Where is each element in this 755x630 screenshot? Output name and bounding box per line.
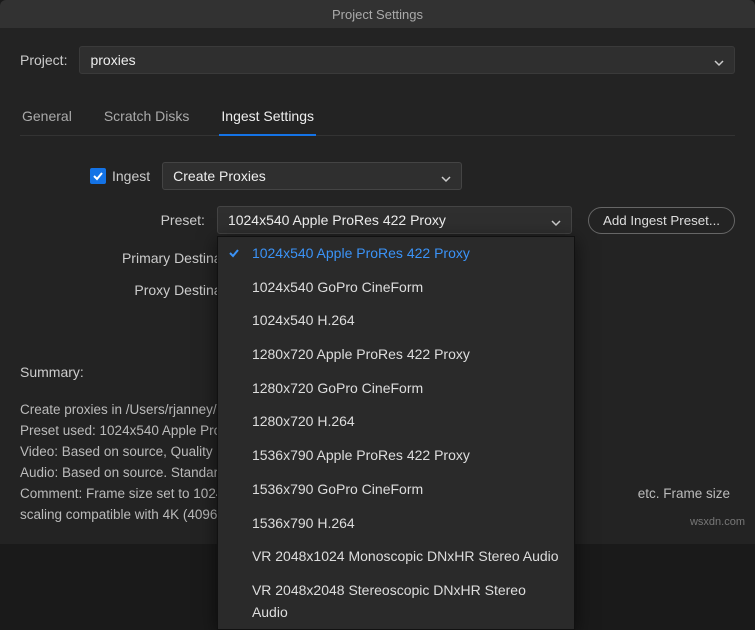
preset-option-label: VR 2048x2048 Stereoscopic DNxHR Stereo A… bbox=[252, 582, 526, 620]
preset-value: 1024x540 Apple ProRes 422 Proxy bbox=[228, 212, 446, 228]
project-label: Project: bbox=[20, 52, 67, 68]
ingest-label: Ingest bbox=[112, 168, 150, 184]
preset-option-label: VR 2048x1024 Monoscopic DNxHR Stereo Aud… bbox=[252, 548, 559, 564]
preset-option-label: 1536x790 H.264 bbox=[252, 515, 355, 531]
preset-dropdown[interactable]: 1024x540 Apple ProRes 422 Proxy bbox=[217, 206, 572, 234]
summary-line: Video: Based on source, Quality 100 bbox=[20, 444, 239, 459]
ingest-form: Ingest Create Proxies Preset: 1024x540 A… bbox=[20, 162, 735, 298]
project-dropdown[interactable]: proxies bbox=[79, 46, 735, 74]
chevron-down-icon bbox=[714, 55, 724, 65]
summary-line: Preset used: 1024x540 Apple ProRe bbox=[20, 423, 238, 438]
preset-option[interactable]: 1024x540 H.264 bbox=[218, 304, 574, 338]
preset-option-label: 1280x720 Apple ProRes 422 Proxy bbox=[252, 346, 470, 362]
summary-line: Comment: Frame size set to 1024x5 bbox=[20, 484, 238, 505]
ingest-mode-value: Create Proxies bbox=[173, 168, 266, 184]
window-title: Project Settings bbox=[332, 7, 423, 22]
tab-scratch-disks[interactable]: Scratch Disks bbox=[102, 102, 192, 135]
preset-option[interactable]: 1280x720 H.264 bbox=[218, 405, 574, 439]
preset-option-label: 1280x720 H.264 bbox=[252, 413, 355, 429]
watermark: wsxdn.com bbox=[690, 516, 745, 528]
preset-option-label: 1024x540 Apple ProRes 422 Proxy bbox=[252, 245, 470, 261]
preset-option-label: 1280x720 GoPro CineForm bbox=[252, 380, 423, 396]
preset-label: Preset: bbox=[90, 212, 217, 228]
tabs: General Scratch Disks Ingest Settings bbox=[20, 102, 735, 136]
summary-line: Create proxies in /Users/rjanney/Do bbox=[20, 402, 234, 417]
summary-line: scaling compatible with 4K (4096x2 bbox=[20, 507, 232, 522]
chevron-down-icon bbox=[441, 171, 451, 181]
preset-option[interactable]: 1536x790 Apple ProRes 422 Proxy bbox=[218, 439, 574, 473]
preset-option[interactable]: 1536x790 H.264 bbox=[218, 507, 574, 541]
summary-line: etc. Frame size bbox=[638, 484, 730, 505]
summary-line: Audio: Based on source. Standard: bbox=[20, 465, 229, 480]
preset-option[interactable]: 1280x720 Apple ProRes 422 Proxy bbox=[218, 338, 574, 372]
check-icon bbox=[92, 170, 104, 182]
content-area: Project: proxies General Scratch Disks I… bbox=[0, 28, 755, 544]
check-icon bbox=[228, 244, 240, 266]
preset-option-label: 1536x790 Apple ProRes 422 Proxy bbox=[252, 447, 470, 463]
preset-option[interactable]: VR 2048x2048 Stereoscopic DNxHR Stereo A… bbox=[218, 574, 574, 629]
project-value: proxies bbox=[90, 52, 135, 68]
preset-option-label: 1536x790 GoPro CineForm bbox=[252, 481, 423, 497]
preset-option[interactable]: 1024x540 GoPro CineForm bbox=[218, 271, 574, 305]
project-row: Project: proxies bbox=[20, 46, 735, 74]
tab-ingest-settings[interactable]: Ingest Settings bbox=[219, 102, 316, 136]
preset-option[interactable]: 1280x720 GoPro CineForm bbox=[218, 372, 574, 406]
chevron-down-icon bbox=[551, 215, 561, 225]
preset-dropdown-menu: 1024x540 Apple ProRes 422 Proxy 1024x540 … bbox=[217, 236, 575, 630]
preset-option[interactable]: 1024x540 Apple ProRes 422 Proxy bbox=[218, 237, 574, 271]
preset-option-label: 1024x540 H.264 bbox=[252, 312, 355, 328]
add-ingest-preset-button[interactable]: Add Ingest Preset... bbox=[588, 207, 735, 234]
titlebar: Project Settings bbox=[0, 0, 755, 28]
ingest-checkbox[interactable] bbox=[90, 168, 106, 184]
preset-option[interactable]: VR 2048x1024 Monoscopic DNxHR Stereo Aud… bbox=[218, 540, 574, 574]
preset-option-label: 1024x540 GoPro CineForm bbox=[252, 279, 423, 295]
tab-general[interactable]: General bbox=[20, 102, 74, 135]
preset-option[interactable]: 1536x790 GoPro CineForm bbox=[218, 473, 574, 507]
ingest-mode-dropdown[interactable]: Create Proxies bbox=[162, 162, 462, 190]
